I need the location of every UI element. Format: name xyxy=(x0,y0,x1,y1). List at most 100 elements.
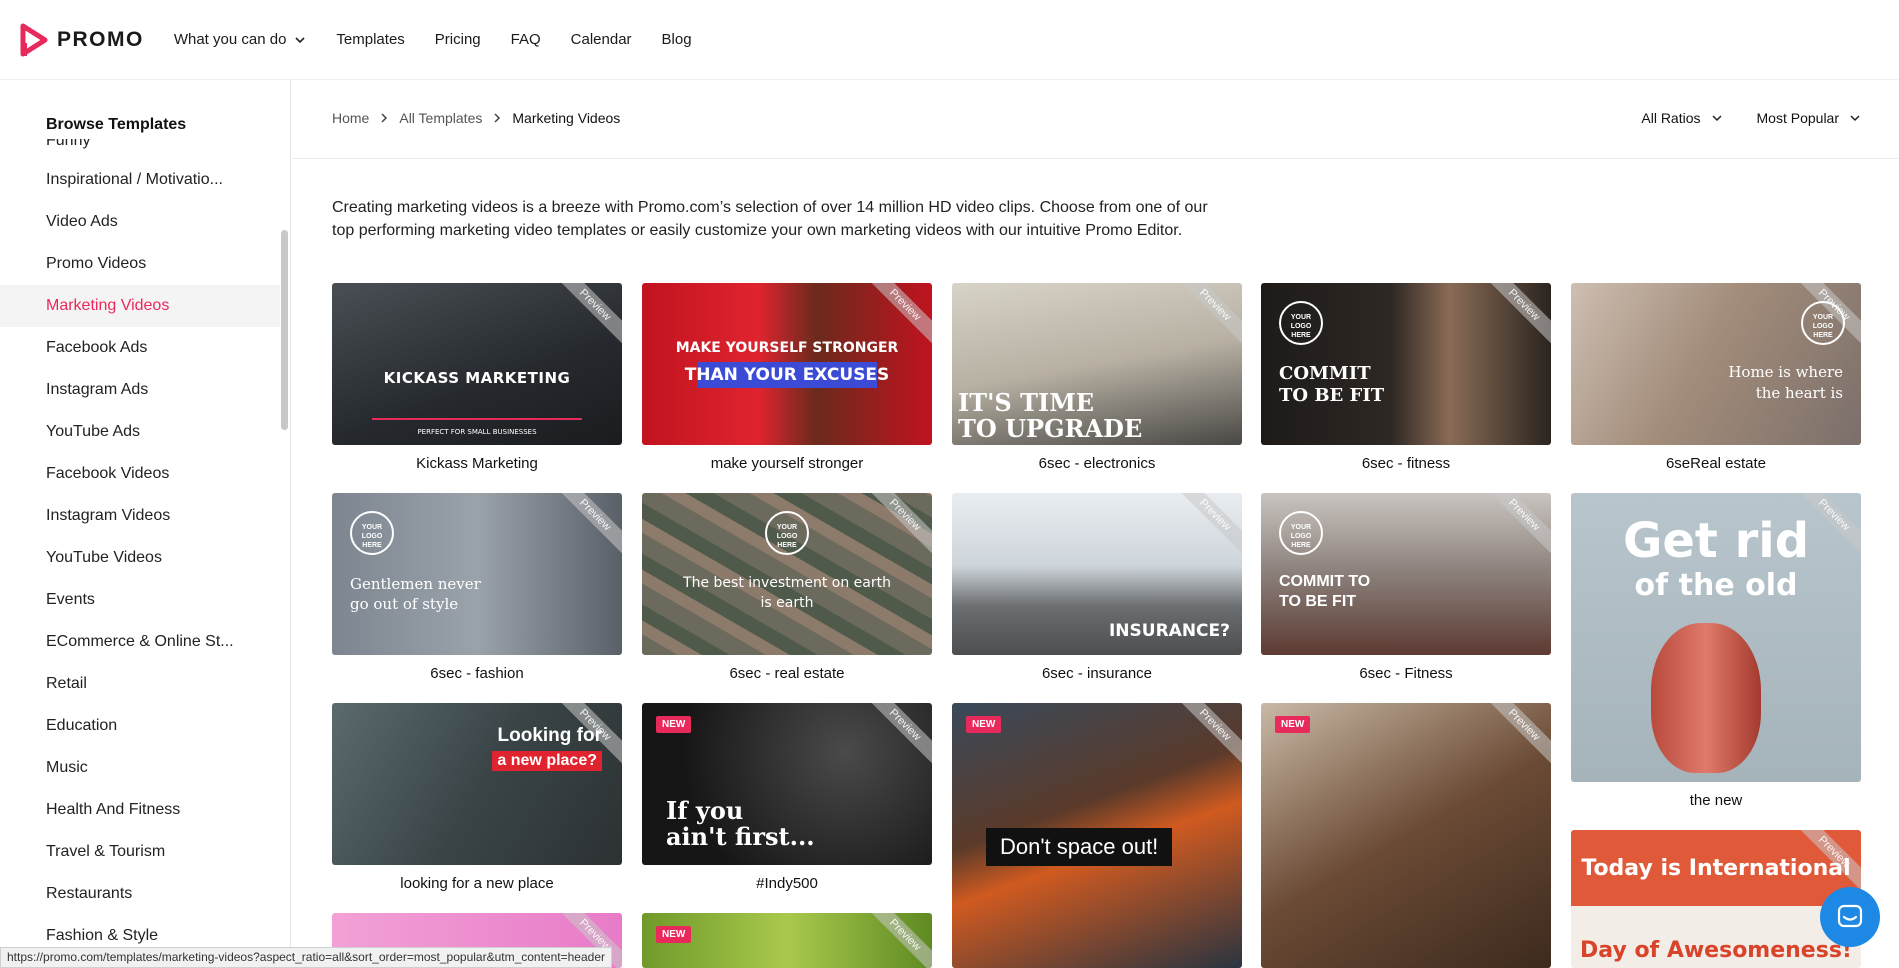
template-card-looking-for-new-place[interactable]: Preview Looking for a new place? looking… xyxy=(332,703,622,892)
template-card-awesomeness[interactable]: Preview Today is International Day of Aw… xyxy=(1571,830,1861,968)
template-caption: 6sec - Fitness xyxy=(1359,665,1453,682)
template-thumbnail: Preview INSURANCE? xyxy=(952,493,1242,655)
sidebar-item-instagram-ads[interactable]: Instagram Ads xyxy=(0,369,280,411)
template-thumbnail: Preview Today is International Day of Aw… xyxy=(1571,830,1861,968)
template-card-make-yourself-stronger[interactable]: Preview MAKE YOURSELF STRONGER THAN YOUR… xyxy=(642,283,932,472)
sidebar-item-events[interactable]: Events xyxy=(0,579,280,621)
thumbnail-overlay-text: Gentlemen never xyxy=(350,575,481,593)
template-card-6sec-fitness[interactable]: Preview YOUR LOGO HERE COMMIT TO BE FIT … xyxy=(1261,283,1551,472)
template-card-green[interactable]: Preview NEW xyxy=(642,913,932,968)
new-badge: NEW xyxy=(966,716,1002,733)
thumbnail-overlay-text-2: go out of style xyxy=(350,595,459,613)
template-caption: 6sec - insurance xyxy=(1041,665,1153,682)
logo-placeholder: YOUR LOGO HERE xyxy=(1279,301,1323,345)
template-card-6sec-electronics[interactable]: Preview IT'S TIME TO UPGRADE 6sec - elec… xyxy=(952,283,1242,472)
intro-text: Creating marketing videos is a breeze wi… xyxy=(332,199,1208,239)
browser-status-url: https://promo.com/templates/marketing-vi… xyxy=(0,947,612,968)
sidebar-item-retail[interactable]: Retail xyxy=(0,663,280,705)
sidebar-item-marketing-videos[interactable]: Marketing Videos xyxy=(0,285,280,327)
chevron-down-icon xyxy=(295,36,305,43)
nav-what-you-can-do[interactable]: What you can do xyxy=(174,31,307,48)
template-card-6sec-real-estate[interactable]: Preview YOUR LOGO HERE The best investme… xyxy=(642,493,932,682)
ratio-dropdown[interactable]: All Ratios xyxy=(1641,110,1722,126)
sidebar-item-youtube-videos[interactable]: YouTube Videos xyxy=(0,537,280,579)
template-card-the-new[interactable]: Preview Get rid of the old the new xyxy=(1571,493,1861,809)
nav-calendar[interactable]: Calendar xyxy=(571,31,632,48)
sidebar-item-funny[interactable]: Funny xyxy=(0,139,280,159)
template-thumbnail: Preview NEW If you ain't first... xyxy=(642,703,932,865)
template-thumbnail: Preview KICKASS MARKETING PERFECT FOR SM… xyxy=(332,283,622,445)
template-caption: looking for a new place xyxy=(400,875,554,892)
preview-ribbon: Preview xyxy=(1170,703,1242,770)
thumbnail-overlay-text-2: the heart is xyxy=(1755,384,1843,402)
nav-templates[interactable]: Templates xyxy=(336,31,404,48)
thumbnail-overlay-subtext: PERFECT FOR SMALL BUSINESSES xyxy=(417,428,537,436)
thumbnail-overlay-text-2: Day of Awesomeness! xyxy=(1580,938,1852,963)
template-caption: Kickass Marketing xyxy=(416,455,538,472)
thumbnail-overlay-text: IT'S TIME xyxy=(958,388,1095,417)
template-card-dont-space-out[interactable]: Preview NEW Don't space out! xyxy=(952,703,1242,968)
breadcrumb-all-templates[interactable]: All Templates xyxy=(399,110,482,126)
thumbnail-overlay-text: If you xyxy=(666,796,744,825)
sidebar-item-health-fitness[interactable]: Health And Fitness xyxy=(0,789,280,831)
chevron-right-icon xyxy=(381,113,388,123)
preview-ribbon: Preview xyxy=(860,493,932,560)
sidebar-item-restaurants[interactable]: Restaurants xyxy=(0,873,280,915)
sidebar-item-ecommerce[interactable]: ECommerce & Online St... xyxy=(0,621,280,663)
template-card-6sec-fitness-2[interactable]: Preview YOUR LOGO HERE COMMIT TO TO BE F… xyxy=(1261,493,1551,682)
template-thumbnail: Preview YOUR LOGO HERE COMMIT TO BE FIT xyxy=(1261,283,1551,445)
preview-ribbon: Preview xyxy=(1479,283,1551,350)
template-card-kickass-marketing[interactable]: Preview KICKASS MARKETING PERFECT FOR SM… xyxy=(332,283,622,472)
sidebar-item-youtube-ads[interactable]: YouTube Ads xyxy=(0,411,280,453)
breadcrumb-home[interactable]: Home xyxy=(332,110,369,126)
nav-pricing[interactable]: Pricing xyxy=(435,31,481,48)
template-card-portrait[interactable]: Preview NEW xyxy=(1261,703,1551,968)
template-thumbnail: Preview NEW xyxy=(1261,703,1551,968)
logo-placeholder: YOUR LOGO HERE xyxy=(1279,511,1323,555)
subheader: Home All Templates Marketing Videos All … xyxy=(292,80,1899,159)
thumbnail-overlay-text: INSURANCE? xyxy=(1108,621,1230,641)
template-card-6sec-fashion[interactable]: Preview YOUR LOGO HERE Gentlemen never g… xyxy=(332,493,622,682)
nav-faq[interactable]: FAQ xyxy=(511,31,541,48)
thumbnail-overlay-text-2: THAN YOUR EXCUSES xyxy=(684,365,890,385)
template-caption: 6sec - fitness xyxy=(1361,455,1451,472)
sidebar-item-music[interactable]: Music xyxy=(0,747,280,789)
logo-placeholder: YOUR LOGO HERE xyxy=(350,511,394,555)
sidebar-item-inspirational[interactable]: Inspirational / Motivatio... xyxy=(0,159,280,201)
template-caption: 6sec - electronics xyxy=(1038,455,1156,472)
preview-ribbon: Preview xyxy=(860,913,932,968)
sidebar-item-facebook-videos[interactable]: Facebook Videos xyxy=(0,453,280,495)
sidebar-item-travel[interactable]: Travel & Tourism xyxy=(0,831,280,873)
thumbnail-overlay-text: Today is International xyxy=(1581,856,1851,881)
thumbnail-overlay-text: KICKASS MARKETING xyxy=(383,369,571,387)
thumbnail-overlay-text-2: is earth xyxy=(760,595,814,611)
template-caption: 6sec - fashion xyxy=(430,665,524,682)
template-card-6sec-insurance[interactable]: Preview INSURANCE? 6sec - insurance xyxy=(952,493,1242,682)
template-card-6se-real-estate[interactable]: Preview YOUR LOGO HERE Home is where the… xyxy=(1571,283,1861,472)
sidebar-item-video-ads[interactable]: Video Ads xyxy=(0,201,280,243)
logo-text: PROMO xyxy=(57,27,144,51)
template-thumbnail: Preview Get rid of the old xyxy=(1571,493,1861,782)
nav-blog[interactable]: Blog xyxy=(662,31,692,48)
sidebar-item-facebook-ads[interactable]: Facebook Ads xyxy=(0,327,280,369)
chat-button[interactable] xyxy=(1820,887,1880,947)
sidebar-item-instagram-videos[interactable]: Instagram Videos xyxy=(0,495,280,537)
sidebar-scrollbar[interactable] xyxy=(281,230,288,430)
template-thumbnail: Preview Looking for a new place? xyxy=(332,703,622,865)
breadcrumb-current: Marketing Videos xyxy=(512,110,621,126)
preview-ribbon: Preview xyxy=(1170,493,1242,560)
sidebar-item-promo-videos[interactable]: Promo Videos xyxy=(0,243,280,285)
template-thumbnail: Preview YOUR LOGO HERE Gentlemen never g… xyxy=(332,493,622,655)
new-badge: NEW xyxy=(656,716,692,733)
sidebar-list: Funny Inspirational / Motivatio... Video… xyxy=(0,139,280,957)
promo-logo[interactable]: PROMO xyxy=(19,23,144,57)
sort-dropdown[interactable]: Most Popular xyxy=(1757,110,1861,126)
thumbnail-overlay-text-2: a new place? xyxy=(492,751,602,771)
top-navigation: PROMO What you can do Templates Pricing … xyxy=(0,0,1899,80)
template-card-indy500[interactable]: Preview NEW If you ain't first... #Indy5… xyxy=(642,703,932,892)
template-thumbnail: Preview MAKE YOURSELF STRONGER THAN YOUR… xyxy=(642,283,932,445)
sort-label: Most Popular xyxy=(1756,110,1839,126)
nav-label: Templates xyxy=(336,31,405,48)
template-caption: 6seReal estate xyxy=(1665,455,1767,472)
sidebar-item-education[interactable]: Education xyxy=(0,705,280,747)
